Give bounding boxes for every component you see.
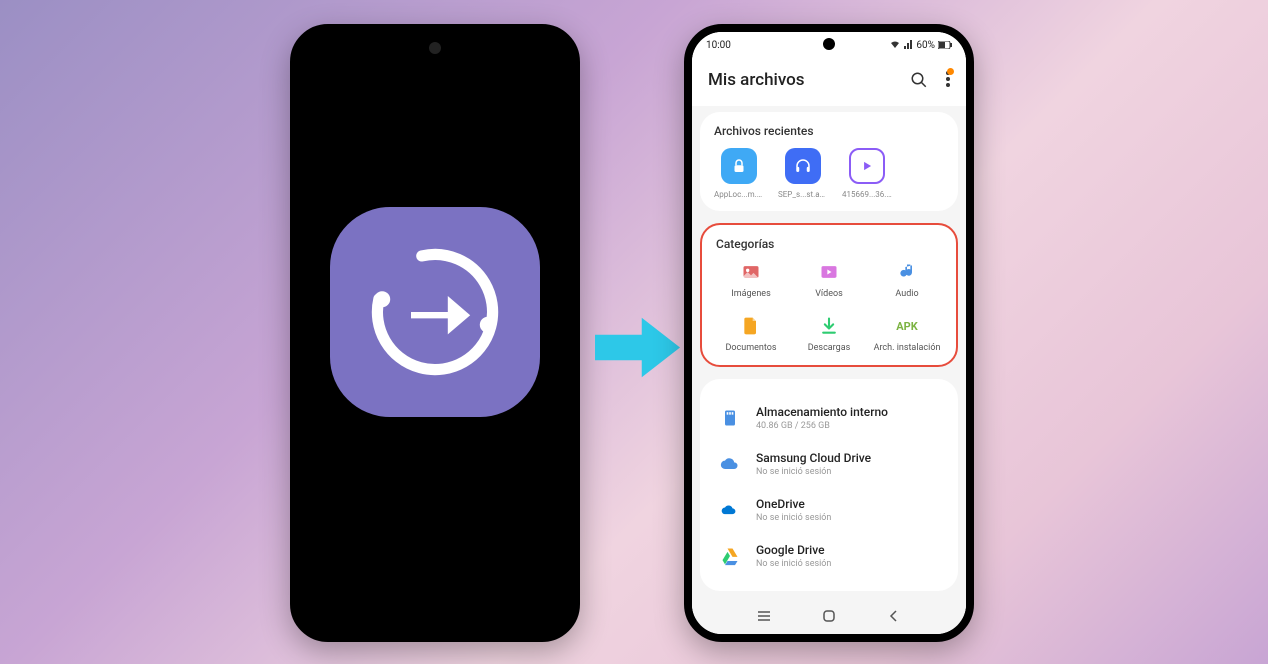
status-time: 10:00 — [706, 40, 731, 51]
nav-home-button[interactable] — [819, 606, 839, 626]
category-label: Descargas — [808, 343, 851, 353]
category-label: Audio — [895, 289, 918, 299]
category-label: Documentos — [726, 343, 777, 353]
wifi-icon — [890, 40, 900, 50]
phone-right: 10:00 60% Mis archivos Archivos reciente… — [684, 24, 974, 642]
video-icon — [818, 261, 840, 283]
doc-icon — [740, 315, 762, 337]
nav-recent-button[interactable] — [754, 606, 774, 626]
onedrive-icon — [718, 498, 742, 522]
category-audio[interactable]: Audio — [872, 261, 942, 299]
page-title: Mis archivos — [708, 70, 805, 90]
storage-title: OneDrive — [756, 497, 831, 511]
category-label: Arch. instalación — [874, 343, 941, 353]
recent-item[interactable]: SEP_s...st.apk — [778, 148, 828, 199]
storage-sub: No se inició sesión — [756, 467, 871, 477]
status-right: 60% — [890, 40, 952, 51]
app-header: Mis archivos — [692, 58, 966, 106]
storage-sub: No se inició sesión — [756, 559, 831, 569]
categories-title: Categorías — [716, 237, 942, 251]
gdrive-icon — [718, 544, 742, 568]
storage-onedrive[interactable]: OneDrive No se inició sesión — [714, 487, 944, 533]
category-apk[interactable]: APK Arch. instalación — [872, 315, 942, 353]
play-icon — [849, 148, 885, 184]
arrow-right-icon — [595, 310, 680, 385]
recent-label: 415669...36.avi — [842, 190, 892, 199]
category-videos[interactable]: Vídeos — [794, 261, 864, 299]
apk-icon: APK — [896, 315, 918, 337]
myfiles-screen: 10:00 60% Mis archivos Archivos reciente… — [692, 32, 966, 634]
lock-icon — [721, 148, 757, 184]
storage-title: Almacenamiento interno — [756, 405, 888, 419]
storage-google-drive[interactable]: Google Drive No se inició sesión — [714, 533, 944, 579]
storage-title: Google Drive — [756, 543, 831, 557]
more-menu-button[interactable] — [946, 71, 950, 90]
category-label: Vídeos — [815, 289, 843, 299]
recent-files-card: Archivos recientes AppLoc...m.apk SEP_s.… — [700, 112, 958, 211]
more-icon — [946, 71, 950, 87]
nav-back-button[interactable] — [884, 606, 904, 626]
category-label: Imágenes — [731, 289, 770, 299]
camera-notch — [823, 38, 835, 50]
recent-title: Archivos recientes — [714, 124, 944, 138]
battery-text: 60% — [916, 40, 935, 51]
storage-sub: 40.86 GB / 256 GB — [756, 421, 888, 431]
recent-label: AppLoc...m.apk — [714, 190, 764, 199]
download-icon — [818, 315, 840, 337]
phone-left — [290, 24, 580, 642]
audio-icon — [896, 261, 918, 283]
category-images[interactable]: Imágenes — [716, 261, 786, 299]
cloud-icon — [718, 452, 742, 476]
recent-label: SEP_s...st.apk — [778, 190, 828, 199]
quickshare-icon — [330, 207, 540, 417]
headphones-icon — [785, 148, 821, 184]
storage-title: Samsung Cloud Drive — [756, 451, 871, 465]
recent-item[interactable]: 415669...36.avi — [842, 148, 892, 199]
android-nav-bar — [692, 598, 966, 634]
battery-icon — [938, 41, 952, 49]
storage-samsung-cloud[interactable]: Samsung Cloud Drive No se inició sesión — [714, 441, 944, 487]
recent-item[interactable]: AppLoc...m.apk — [714, 148, 764, 199]
image-icon — [740, 261, 762, 283]
sd-icon — [718, 406, 742, 430]
storage-card: Almacenamiento interno 40.86 GB / 256 GB… — [700, 379, 958, 591]
search-icon[interactable] — [910, 71, 928, 89]
category-downloads[interactable]: Descargas — [794, 315, 864, 353]
storage-sub: No se inició sesión — [756, 513, 831, 523]
category-documents[interactable]: Documentos — [716, 315, 786, 353]
categories-card: Categorías Imágenes Vídeos Audio Documen… — [700, 223, 958, 367]
signal-icon — [903, 40, 913, 50]
storage-internal[interactable]: Almacenamiento interno 40.86 GB / 256 GB — [714, 395, 944, 441]
camera-notch — [429, 42, 441, 54]
